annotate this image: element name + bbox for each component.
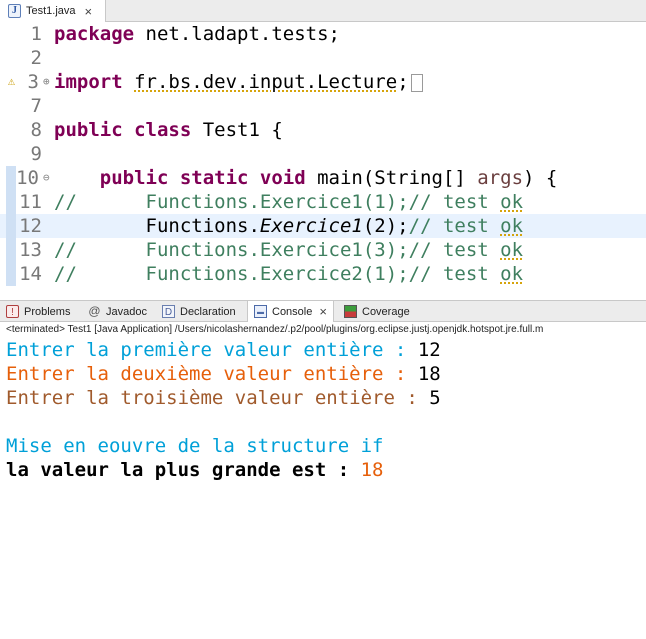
code-editor[interactable]: 1 package net.ladapt.tests; 2 ⚠ 3 ⊕ impo… (0, 22, 646, 290)
console-line: la valeur la plus grande est : 18 (6, 459, 384, 481)
console-icon: ▬ (254, 305, 267, 318)
close-icon[interactable]: × (85, 5, 93, 18)
console-status: <terminated> Test1 [Java Application] /U… (6, 324, 544, 335)
line-number: 11 (19, 191, 42, 213)
line-number: 3 (27, 71, 39, 93)
coverage-icon (344, 305, 357, 318)
line-number: 13 (19, 239, 42, 261)
code-line: 1 package net.ladapt.tests; (30, 23, 340, 45)
tab-coverage[interactable]: Coverage (338, 301, 410, 322)
console-output[interactable]: Entrer la première valeur entière : 12 E… (0, 338, 646, 639)
code-line: 2 (0, 46, 646, 70)
tab-declaration[interactable]: D Declaration (156, 301, 236, 322)
warning-icon[interactable]: ⚠ (4, 74, 19, 89)
console-line: Mise en eouvre de la structure if (6, 435, 384, 457)
current-code-line: 12 Functions.Exercice1(2);// test ok (0, 214, 646, 238)
console-line: Entrer la troisième valeur entière : 5 (6, 387, 441, 409)
line-number: 14 (19, 263, 42, 285)
tab-label: Test1.java (26, 5, 76, 17)
code-line: 9 (0, 142, 646, 166)
user-input: 5 (429, 387, 441, 409)
fold-collapse-icon[interactable]: ⊖ (43, 166, 50, 190)
views-tab-bar: ! Problems @ Javadoc D Declaration ▬ Con… (0, 300, 646, 322)
console-line: Entrer la première valeur entière : 12 (6, 339, 441, 361)
scope-marker (6, 166, 16, 190)
line-number: 8 (30, 119, 42, 141)
code-line: 13 // Functions.Exercice1(3);// test ok (0, 238, 646, 262)
line-number: 1 (30, 23, 42, 45)
folded-code-marker[interactable] (410, 73, 423, 92)
line-number: 10 (16, 167, 39, 189)
code-line: 8 public class Test1 { (30, 119, 283, 141)
problems-icon: ! (6, 305, 19, 318)
code-line: 11 // Functions.Exercice1(1);// test ok (0, 190, 646, 214)
tab-test1-java[interactable]: J Test1.java × (0, 0, 106, 22)
user-input: 12 (417, 339, 441, 361)
console-line: Entrer la deuxième valeur entière : 18 (6, 363, 441, 385)
scope-marker (6, 190, 16, 214)
line-number: 7 (30, 95, 42, 117)
tab-javadoc[interactable]: @ Javadoc (82, 301, 147, 322)
code-line: 14 // Functions.Exercice2(1);// test ok (0, 262, 646, 286)
line-number: 2 (30, 47, 42, 69)
scope-marker (6, 214, 16, 238)
scope-marker (6, 262, 16, 286)
code-line: 10 ⊖ public static void main(String[] ar… (0, 166, 646, 190)
line-number: 12 (19, 215, 42, 237)
scope-marker (6, 238, 16, 262)
tab-console[interactable]: ▬ Console × (247, 301, 334, 322)
code-line: ⚠ 3 ⊕ import fr.bs.dev.input.Lecture; (0, 70, 646, 94)
java-file-icon: J (8, 4, 21, 18)
declaration-icon: D (162, 305, 175, 318)
user-input: 18 (417, 363, 441, 385)
line-number: 9 (30, 143, 42, 165)
code-line: 7 (0, 94, 646, 118)
javadoc-icon: @ (88, 304, 101, 318)
editor-tab-bar: J Test1.java × (0, 0, 646, 22)
close-icon[interactable]: × (319, 304, 327, 319)
fold-expand-icon[interactable]: ⊕ (43, 70, 50, 94)
tab-problems[interactable]: ! Problems (0, 301, 70, 322)
unused-import[interactable]: fr.bs.dev.input.Lecture (134, 71, 397, 93)
